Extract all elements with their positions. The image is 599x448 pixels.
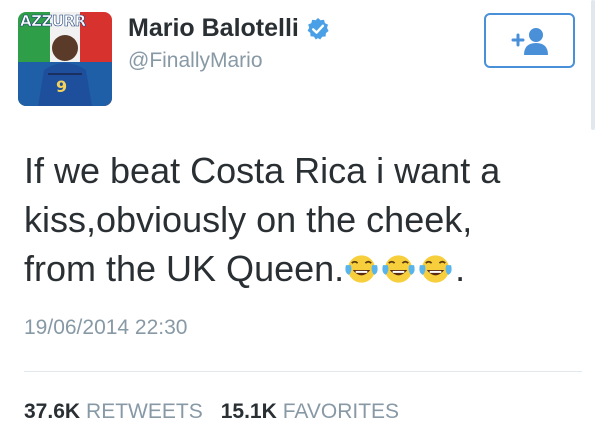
avatar-logo-text: AZZURR — [20, 12, 87, 30]
tweet-stats: 37.6K RETWEETS 15.1K FAVORITES — [24, 400, 399, 424]
tweet-text: If we beat Costa Rica i want a kiss,obvi… — [24, 146, 584, 293]
scrollbar[interactable] — [591, 0, 595, 130]
tears-of-joy-emoji-icon — [382, 255, 415, 283]
favorites-count: 15.1K — [220, 400, 277, 423]
verified-badge-icon — [307, 17, 329, 39]
avatar[interactable]: 9 AZZURR — [18, 12, 112, 106]
tweet-text-segment: from the UK Queen. — [24, 248, 345, 289]
follow-user-icon — [511, 27, 548, 55]
retweets-label: RETWEETS — [86, 400, 203, 423]
display-name[interactable]: Mario Balotelli — [128, 14, 299, 43]
follow-button[interactable] — [484, 13, 575, 68]
retweets-stat[interactable]: 37.6K RETWEETS — [24, 400, 203, 424]
user-handle[interactable]: @FinallyMario — [128, 49, 263, 73]
favorites-label: FAVORITES — [282, 400, 400, 423]
tweet-timestamp[interactable]: 19/06/2014 22:30 — [24, 316, 188, 340]
tweet-text-line: If we beat Costa Rica i want a — [24, 150, 501, 191]
tears-of-joy-emoji-icon — [419, 255, 452, 283]
tweet-text-line-with-emoji: from the UK Queen. . — [24, 244, 584, 293]
svg-text:9: 9 — [56, 77, 67, 96]
tweet-text-line: kiss,obviously on the cheek, — [24, 199, 473, 240]
tweet-text-trailing: . — [455, 248, 466, 289]
favorites-stat[interactable]: 15.1K FAVORITES — [221, 400, 399, 424]
tears-of-joy-emoji-icon — [345, 255, 378, 283]
divider — [24, 371, 582, 372]
profile-name-row: Mario Balotelli — [128, 14, 330, 43]
retweets-count: 37.6K — [24, 400, 81, 423]
